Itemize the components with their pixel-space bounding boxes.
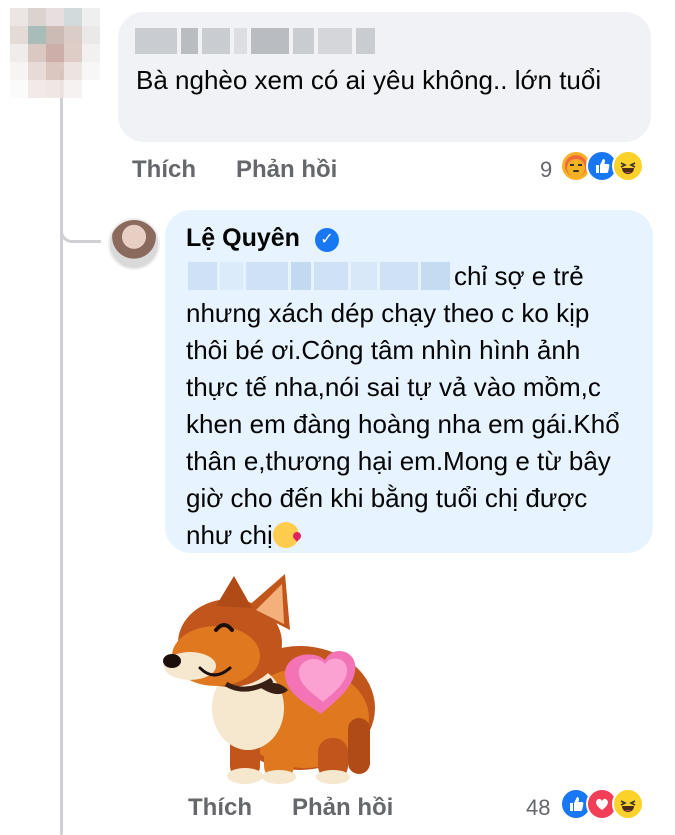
- reply-reaction-count[interactable]: 48: [526, 795, 550, 821]
- kiss-emoji-icon: [272, 522, 299, 548]
- haha-icon: [612, 150, 644, 182]
- avatar-blurred[interactable]: [10, 8, 100, 98]
- haha-icon: [612, 788, 644, 820]
- thread-line: [60, 70, 63, 835]
- author-name[interactable]: Lệ Quyên: [186, 224, 300, 253]
- thread-branch: [60, 212, 101, 243]
- reply-reaction-summary[interactable]: [560, 788, 644, 820]
- author-avatar[interactable]: [108, 218, 160, 270]
- reply-reply-button[interactable]: Phản hồi: [292, 794, 393, 822]
- reply-text-body: chỉ sợ e trẻ nhưng xách dép chạy theo c …: [186, 261, 620, 550]
- reply-like-button[interactable]: Thích: [188, 794, 252, 822]
- corgi-heart-sticker[interactable]: [160, 568, 380, 790]
- verified-badge-icon: ✓: [315, 228, 339, 252]
- reply-button[interactable]: Phản hồi: [236, 156, 337, 184]
- comment-text: Bà nghèo xem có ai yêu không.. lớn tuổi: [136, 65, 602, 95]
- like-button[interactable]: Thích: [132, 156, 196, 184]
- reaction-summary[interactable]: [560, 150, 644, 182]
- censored-author-name: [135, 28, 375, 54]
- reply-text: chỉ sợ e trẻ nhưng xách dép chạy theo c …: [186, 258, 636, 554]
- reaction-count[interactable]: 9: [540, 157, 552, 183]
